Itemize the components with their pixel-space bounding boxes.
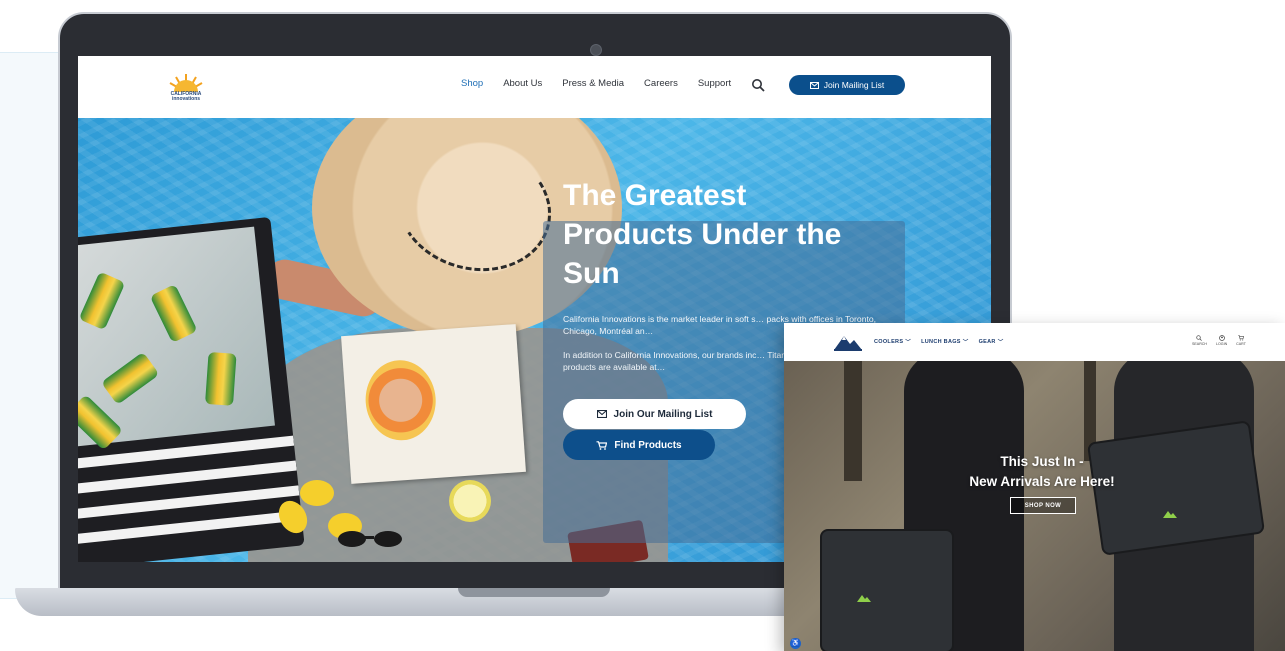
cooler-bag-image bbox=[78, 216, 305, 562]
nav-label: LUNCH BAGS bbox=[921, 339, 961, 345]
cooler-stripe bbox=[78, 510, 303, 545]
cooler-bag bbox=[820, 529, 954, 651]
arctic-site-header: COOLERS ﹀ LUNCH BAGS ﹀ GEAR ﹀ SEARCH LOGIN … bbox=[784, 323, 1285, 362]
arctic-zone-logo bbox=[1163, 511, 1177, 518]
join-our-mailing-list-button[interactable]: Join Our Mailing List bbox=[563, 399, 746, 429]
cart-icon bbox=[596, 440, 608, 450]
nav-item-coolers[interactable]: COOLERS ﹀ bbox=[874, 338, 911, 346]
hero-title: The Greatest Products Under the Sun bbox=[563, 179, 842, 290]
second-browser-window: COOLERS ﹀ LUNCH BAGS ﹀ GEAR ﹀ SEARCH LOGIN … bbox=[784, 323, 1285, 651]
login-label: LOGIN bbox=[1215, 342, 1228, 346]
nav-item-support[interactable]: Support bbox=[698, 78, 731, 89]
nav-item-shop[interactable]: Shop bbox=[461, 78, 483, 89]
headline-line-1: This Just In - bbox=[1000, 454, 1084, 469]
nav-item-about-us[interactable]: About Us bbox=[503, 78, 542, 89]
find-products-label: Find Products bbox=[614, 439, 682, 451]
lemon-slice bbox=[449, 480, 491, 522]
chevron-down-icon: ﹀ bbox=[997, 340, 1004, 346]
tree-trunk bbox=[844, 361, 862, 481]
accessibility-icon[interactable]: ♿ bbox=[790, 638, 801, 649]
nav-label: COOLERS bbox=[874, 339, 904, 345]
lemon bbox=[300, 480, 334, 506]
cart-icon bbox=[1238, 335, 1245, 341]
arctic-zone-logo bbox=[857, 595, 871, 602]
join-mailing-list-label: Join Mailing List bbox=[823, 80, 885, 90]
site-header: CALIFORNIA innovations Shop About Us Pre… bbox=[78, 56, 991, 118]
search-label: SEARCH bbox=[1192, 342, 1207, 346]
find-products-button[interactable]: Find Products bbox=[563, 430, 715, 460]
nav-item-lunch-bags[interactable]: LUNCH BAGS ﹀ bbox=[921, 338, 968, 346]
nav-item-gear[interactable]: GEAR ﹀ bbox=[979, 338, 1004, 346]
sunglasses bbox=[338, 531, 402, 547]
search-icon[interactable] bbox=[751, 78, 765, 92]
user-icon bbox=[1218, 335, 1225, 341]
magazine-image bbox=[341, 324, 526, 484]
chevron-down-icon: ﹀ bbox=[905, 340, 912, 346]
join-our-mailing-list-label: Join Our Mailing List bbox=[613, 408, 713, 420]
utility-nav: SEARCH LOGIN CART bbox=[1192, 335, 1246, 346]
cart-label: CART bbox=[1236, 342, 1246, 346]
nav-item-press-media[interactable]: Press & Media bbox=[562, 78, 624, 89]
shop-now-button[interactable]: SHOP NOW bbox=[1010, 497, 1076, 514]
main-nav: Shop About Us Press & Media Careers Supp… bbox=[461, 78, 731, 89]
search-icon bbox=[1196, 335, 1203, 341]
cart-link[interactable]: CART bbox=[1236, 335, 1246, 346]
laptop-camera bbox=[590, 44, 602, 56]
chevron-down-icon: ﹀ bbox=[962, 340, 969, 346]
logo-text: CALIFORNIA innovations bbox=[170, 91, 202, 102]
magazine-cover-art bbox=[362, 357, 439, 443]
login-link[interactable]: LOGIN bbox=[1216, 335, 1227, 346]
laptop-notch bbox=[458, 588, 610, 597]
arctic-nav: COOLERS ﹀ LUNCH BAGS ﹀ GEAR ﹀ bbox=[874, 338, 1004, 346]
nav-item-careers[interactable]: Careers bbox=[644, 78, 678, 89]
envelope-icon bbox=[596, 410, 607, 418]
mountain-logo-icon[interactable] bbox=[832, 332, 864, 352]
soda-can bbox=[205, 352, 237, 406]
nav-label: GEAR bbox=[978, 339, 996, 345]
search-link[interactable]: SEARCH bbox=[1192, 335, 1207, 346]
envelope-icon bbox=[809, 81, 819, 89]
arrivals-headline: This Just In - New Arrivals Are Here! bbox=[934, 452, 1150, 492]
join-mailing-list-button[interactable]: Join Mailing List bbox=[789, 75, 905, 95]
headline-line-2: New Arrivals Are Here! bbox=[969, 474, 1115, 489]
